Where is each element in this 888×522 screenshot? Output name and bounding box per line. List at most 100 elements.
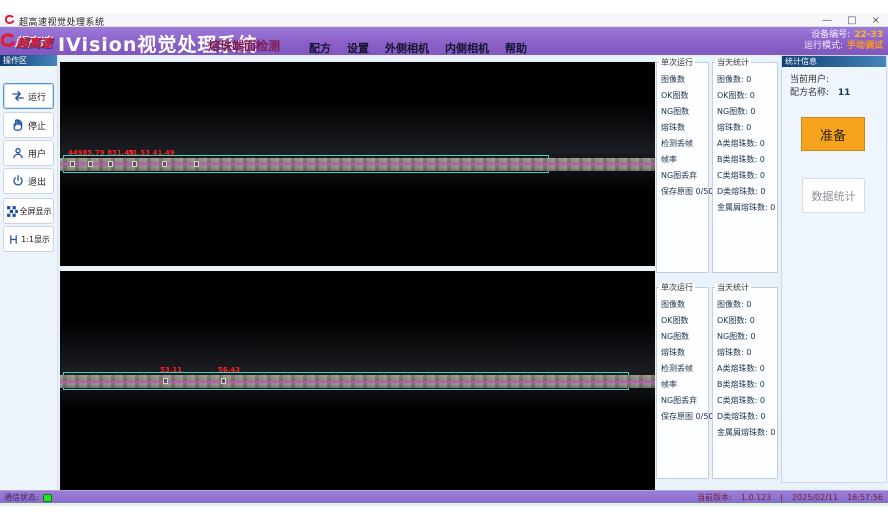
today-stats-rows: 图像数: 0 OK图数: 0 NG图数: 0 熔珠数: 0 A类熔珠数: 0 B… (713, 288, 777, 441)
stat-row: OK图数: 0 (717, 88, 777, 104)
menu-help[interactable]: 帮助 (505, 40, 527, 56)
today-stats-box: 当天统计 图像数: 0 OK图数: 0 NG图数: 0 熔珠数: 0 A类熔珠数… (712, 62, 778, 273)
version-value: 1.0.123 (741, 493, 772, 502)
sidebar-title: 操作区 (0, 55, 57, 66)
user-icon (11, 146, 25, 160)
camera-background-band (60, 102, 655, 192)
device-number-label: 设备编号: (811, 30, 850, 41)
app-header: 超高速 IVision视觉处理系统 熔珠端面检测 配方 设置 外侧相机 内侧相机… (0, 27, 888, 55)
stat-row: 图像数 (661, 297, 708, 313)
measurement-annotation: 56.43 (218, 366, 240, 374)
detection-mark (108, 161, 113, 167)
stat-row: 熔珠数: 0 (717, 345, 777, 361)
stop-button-label: 停止 (28, 119, 46, 132)
one-to-one-button-label: 1:1显示 (21, 234, 50, 245)
stats-group-inner: 单次运行 图像数 OK图数 NG图数 熔珠数 检测丢帧 帧率 NG图丢弃 保存原… (656, 283, 778, 479)
stat-row: NG图丢弃 (661, 393, 708, 409)
stat-row: D类熔珠数: 0 (717, 184, 777, 200)
single-run-rows: 图像数 OK图数 NG图数 熔珠数 检测丢帧 帧率 NG图丢弃 保存原图 0/5… (657, 288, 708, 425)
recipe-name-row: 配方名称: 11 (790, 85, 850, 98)
minimize-button[interactable]: — (822, 15, 832, 26)
fullscreen-grid-icon (6, 205, 19, 218)
data-statistics-button[interactable]: 数据统计 (802, 178, 865, 213)
menu-inner-camera[interactable]: 内侧相机 (445, 40, 489, 56)
stat-row: NG图数: 0 (717, 329, 777, 345)
device-info: 设备编号: 22-33 运行模式: 手动调试 (804, 30, 883, 52)
device-number-value: 22-33 (854, 30, 883, 41)
prepare-button[interactable]: 准备 (801, 117, 865, 151)
today-stats-title: 当天统计 (715, 283, 751, 293)
separator: | (780, 493, 783, 502)
stat-row: 帧率 (661, 152, 708, 168)
stat-row: 熔珠数 (661, 120, 708, 136)
workspace: 操作区 运行 停止 用户 (0, 55, 888, 490)
device-number-row: 设备编号: 22-33 (804, 30, 883, 41)
stat-row: 图像数 (661, 72, 708, 88)
run-mode-label: 运行模式: (804, 41, 843, 52)
run-button[interactable]: 运行 (3, 83, 54, 109)
close-button[interactable]: × (872, 15, 880, 26)
info-panel-title: 统计信息 (782, 56, 886, 67)
stat-row: OK图数 (661, 313, 708, 329)
single-run-box: 单次运行 图像数 OK图数 NG图数 熔珠数 检测丢帧 帧率 NG图丢弃 保存原… (656, 62, 709, 273)
user-button-label: 用户 (28, 147, 46, 160)
stat-row: 金属屑熔珠数: 0 (717, 425, 777, 441)
single-run-title: 单次运行 (659, 58, 695, 68)
stat-row: 检测丢帧 (661, 361, 708, 377)
stat-row: 熔珠数 (661, 345, 708, 361)
current-user-label: 当前用户: (790, 75, 829, 85)
detection-mark (221, 378, 226, 384)
comm-status-indicator (43, 494, 52, 502)
status-date: 2025/02/11 (792, 493, 838, 502)
stat-row: NG图数 (661, 104, 708, 120)
brand-logo-icon (1, 30, 16, 52)
stat-row: NG图数: 0 (717, 104, 777, 120)
single-run-box: 单次运行 图像数 OK图数 NG图数 熔珠数 检测丢帧 帧率 NG图丢弃 保存原… (656, 287, 709, 479)
today-stats-box: 当天统计 图像数: 0 OK图数: 0 NG图数: 0 熔珠数: 0 A类熔珠数… (712, 287, 778, 479)
camera-background-band (60, 321, 655, 411)
stat-row: 图像数: 0 (717, 297, 777, 313)
menu-settings[interactable]: 设置 (347, 40, 369, 56)
menu-recipe[interactable]: 配方 (309, 40, 331, 56)
app-subtitle: 熔珠端面检测 (208, 37, 280, 54)
stat-row: OK图数 (661, 88, 708, 104)
stat-row: A类熔珠数: 0 (717, 361, 777, 377)
bottom-accent-strip (0, 503, 888, 506)
stat-row: D类熔珠数: 0 (717, 409, 777, 425)
maximize-button[interactable]: □ (847, 15, 856, 26)
current-user-row: 当前用户: (790, 72, 835, 85)
status-time: 16:57:56 (847, 493, 883, 502)
run-cycle-icon (11, 89, 25, 103)
one-to-one-button[interactable]: 1:1显示 (3, 226, 54, 252)
stat-row: C类熔珠数: 0 (717, 393, 777, 409)
stat-row: B类熔珠数: 0 (717, 377, 777, 393)
menu-outer-camera[interactable]: 外侧相机 (385, 40, 429, 56)
run-button-label: 运行 (28, 90, 46, 103)
detection-mark (70, 161, 75, 167)
stat-row: 保存原图 0/500 (661, 184, 708, 200)
hand-stop-icon (11, 118, 25, 132)
stop-button[interactable]: 停止 (3, 112, 54, 138)
measurement-annotation: 31.53 41.49 (128, 149, 175, 157)
exit-button[interactable]: 退出 (3, 168, 54, 194)
detection-mark (162, 161, 167, 167)
app-logo-icon (5, 15, 15, 25)
user-button[interactable]: 用户 (3, 140, 54, 166)
detection-mark (194, 161, 199, 167)
outer-camera-view: 44985.79 831.49 31.53 41.49 (60, 62, 655, 266)
stat-row: 保存原图 0/500 (661, 409, 708, 425)
stat-row: NG图数 (661, 329, 708, 345)
stat-row: NG图丢弃 (661, 168, 708, 184)
inner-camera-view: 53.11 56.43 (60, 271, 655, 490)
stat-row: 图像数: 0 (717, 72, 777, 88)
os-title-bar: 超高速视觉处理系统 — □ × (0, 13, 888, 27)
recipe-name-label: 配方名称: (790, 88, 829, 98)
stats-group-outer: 单次运行 图像数 OK图数 NG图数 熔珠数 检测丢帧 帧率 NG图丢弃 保存原… (656, 58, 778, 273)
stat-row: A类熔珠数: 0 (717, 136, 777, 152)
measurement-annotation: 44985.79 831.49 (68, 149, 134, 157)
app-window: 超高速视觉处理系统 — □ × 超高速 IVision视觉处理系统 熔珠端面检测… (0, 0, 888, 522)
single-run-rows: 图像数 OK图数 NG图数 熔珠数 检测丢帧 帧率 NG图丢弃 保存原图 0/5… (657, 63, 708, 200)
fullscreen-button[interactable]: 全屏显示 (3, 198, 54, 224)
stat-row: 熔珠数: 0 (717, 120, 777, 136)
detection-mark (132, 161, 137, 167)
